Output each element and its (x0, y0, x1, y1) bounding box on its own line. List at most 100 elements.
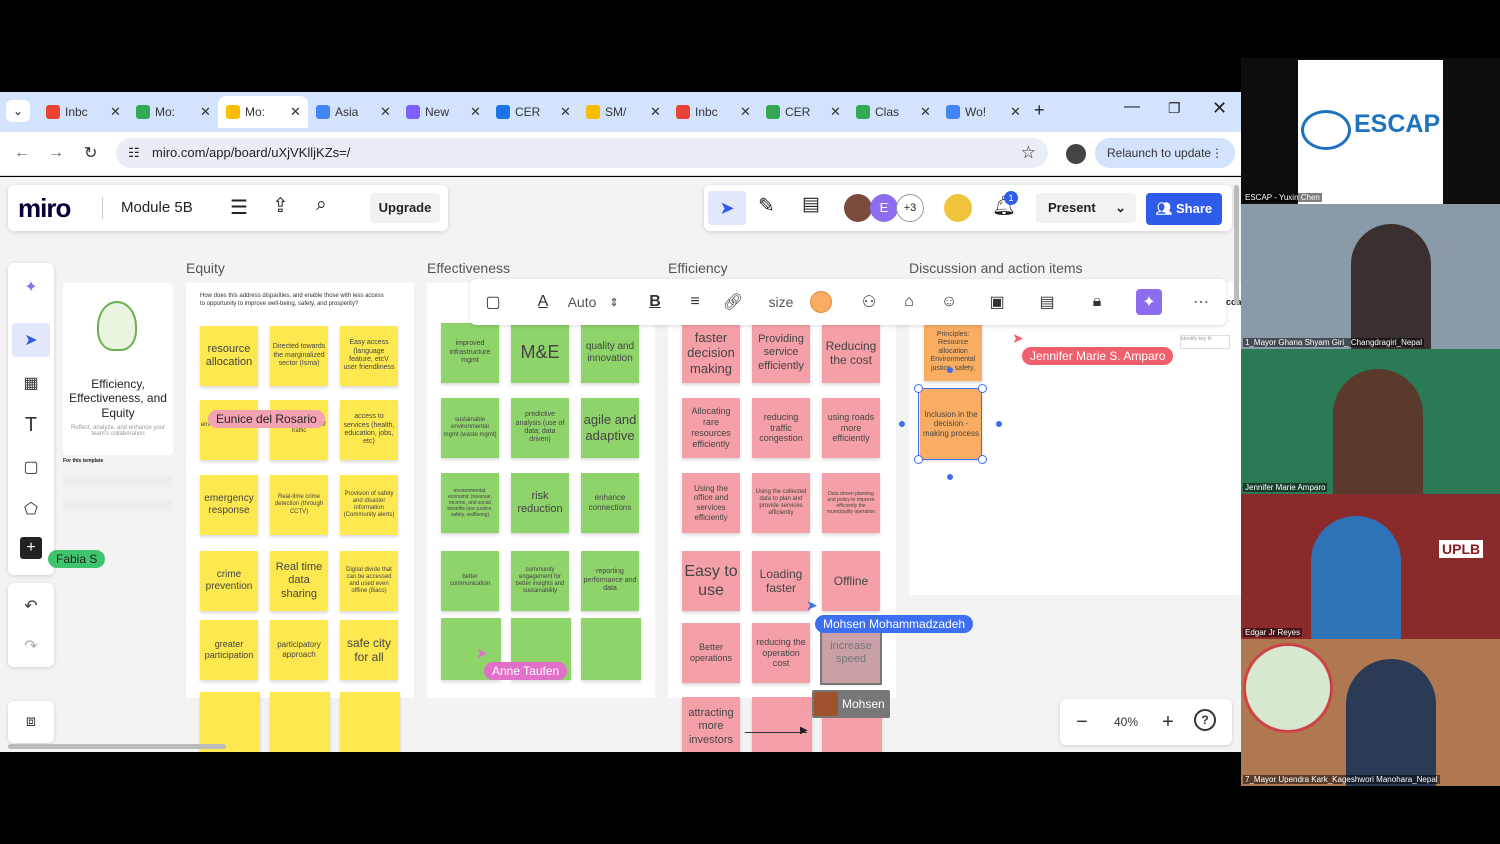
vertical-scrollbar[interactable] (1234, 185, 1239, 305)
resize-handle[interactable] (914, 455, 923, 464)
efficiency-sticky[interactable]: reducing the operation cost (752, 623, 810, 683)
avatar-more[interactable]: +3 (896, 194, 924, 222)
tab-close-icon[interactable]: ✕ (740, 104, 758, 120)
upgrade-button[interactable]: Upgrade (370, 193, 440, 223)
comment-icon[interactable]: ▤ (802, 193, 820, 216)
bookmark-star-icon[interactable]: ☆ (1021, 138, 1036, 168)
tab-close-icon[interactable]: ✕ (110, 104, 128, 120)
color-swatch[interactable] (810, 291, 832, 313)
efficiency-sticky[interactable]: Using the collected data to plan and pro… (752, 473, 810, 533)
effectiveness-sticky[interactable]: quality and innovation (581, 323, 639, 383)
connector-dot[interactable] (996, 421, 1002, 427)
zoom-out-icon[interactable]: − (1068, 707, 1096, 737)
align-icon[interactable]: ≡ (682, 287, 708, 317)
effectiveness-sticky[interactable]: better communication (441, 551, 499, 611)
effectiveness-sticky[interactable]: environmental, economic (revenue, income… (441, 473, 499, 533)
tab-search-dropdown[interactable]: ⌄ (6, 100, 30, 122)
link-icon[interactable]: 🔗︎ (720, 287, 746, 317)
assign-icon[interactable]: ⚇ (856, 287, 882, 317)
connector-dot[interactable] (947, 474, 953, 480)
equity-sticky[interactable]: Digital divide that can be accessed and … (340, 551, 398, 611)
video-tile-mayor-giri[interactable]: 1_Mayor Ghana Shyam Giri_ Changdragiri_N… (1241, 204, 1500, 349)
font-select[interactable]: Auto (562, 287, 602, 317)
minimize-button[interactable]: — (1124, 98, 1140, 116)
video-tile-jennifer[interactable]: Jennifer Marie Amparo (1241, 349, 1500, 494)
reload-icon[interactable]: ↻ (84, 143, 97, 163)
effectiveness-sticky[interactable]: predictive analysis (use of data; data d… (511, 398, 569, 458)
browser-tab[interactable]: SM/ ✕ (578, 96, 668, 128)
bold-icon[interactable]: B (642, 287, 668, 317)
template-input[interactable] (63, 475, 173, 487)
redo-icon[interactable]: ↷ (12, 631, 50, 661)
miro-logo[interactable]: miro (18, 193, 71, 224)
tab-close-icon[interactable]: ✕ (200, 104, 218, 120)
horizontal-scrollbar[interactable] (8, 744, 226, 749)
sticky-note-icon[interactable]: ▢ (12, 451, 50, 483)
efficiency-sticky[interactable]: Loading faster (752, 551, 810, 611)
browser-tab[interactable]: Inbc ✕ (38, 96, 128, 128)
select-cursor-button[interactable]: ➤ (708, 191, 746, 225)
back-icon[interactable]: ← (14, 144, 30, 162)
tab-close-icon[interactable]: ✕ (380, 104, 398, 120)
share-button[interactable]: 👥︎ Share (1146, 193, 1222, 225)
board-name[interactable]: Module 5B (121, 199, 193, 216)
equity-sticky[interactable]: access to services (health, education, j… (340, 400, 398, 460)
equity-sticky[interactable]: greater participation (200, 620, 258, 680)
browser-tab[interactable]: Inbc ✕ (668, 96, 758, 128)
url-input[interactable]: ☷ miro.com/app/board/uXjVKlljKZs=/ ☆ (116, 138, 1048, 168)
undo-icon[interactable]: ↶ (12, 591, 50, 621)
sticky-type-icon[interactable]: ▢ (480, 287, 506, 317)
video-tile-edgar[interactable]: UPLB Edgar Jr Reyes (1241, 494, 1500, 639)
equity-sticky[interactable]: Provision of safety and disaster informa… (340, 475, 398, 535)
equity-sticky[interactable] (200, 692, 260, 752)
reactions-icon[interactable]: ✎ (758, 193, 775, 218)
own-avatar[interactable] (944, 194, 972, 222)
equity-sticky[interactable]: emergency response (200, 475, 258, 535)
browser-tab[interactable]: New ✕ (398, 96, 488, 128)
zoom-level[interactable]: 40% (1106, 707, 1146, 737)
emoji-icon[interactable]: ☺ (936, 287, 962, 317)
browser-tab[interactable]: CER ✕ (758, 96, 848, 128)
profile-avatar[interactable] (1066, 144, 1086, 164)
effectiveness-sticky[interactable]: sustainable environmental mgmt (waste mg… (441, 398, 499, 458)
efficiency-sticky[interactable]: Offline (822, 551, 880, 611)
effectiveness-sticky[interactable]: improved infrastructure mgmt (441, 323, 499, 383)
select-tool-icon[interactable]: ➤ (12, 323, 50, 357)
efficiency-sticky[interactable]: Using the office and services efficientl… (682, 473, 740, 533)
equity-sticky[interactable]: Directed towards the marginalized sector… (270, 326, 328, 386)
efficiency-sticky[interactable]: Data driven planning and policy to impro… (822, 473, 880, 533)
comment-icon[interactable]: ▤ (1034, 287, 1060, 317)
tab-close-icon[interactable]: ✕ (650, 104, 668, 120)
resize-handle[interactable] (978, 384, 987, 393)
browser-tab[interactable]: Clas ✕ (848, 96, 938, 128)
size-select[interactable]: size (764, 287, 798, 317)
effectiveness-sticky[interactable]: M&E (511, 323, 569, 383)
tab-close-icon[interactable]: ✕ (920, 104, 938, 120)
effectiveness-sticky[interactable] (581, 618, 641, 680)
equity-sticky[interactable] (200, 400, 258, 460)
equity-sticky[interactable]: safe city for all (340, 620, 398, 680)
efficiency-sticky[interactable]: reducing traffic congestion (752, 398, 810, 458)
more-options-icon[interactable]: ⋯ (1188, 287, 1214, 317)
discussion-note[interactable]: Principles: Resource allocation Environm… (924, 323, 982, 381)
tab-close-icon[interactable]: ✕ (470, 104, 488, 120)
efficiency-sticky[interactable]: faster decision making (682, 323, 740, 383)
present-button[interactable]: Present ⌄ (1036, 193, 1136, 223)
avatar[interactable] (844, 194, 872, 222)
efficiency-sticky[interactable]: Better operations (682, 623, 740, 683)
site-info-icon[interactable]: ☷ (128, 138, 140, 168)
miro-board[interactable]: miro Module 5B ☰ ⇪ ⌕ Upgrade ➤ ✎ ▤ E +3 … (0, 177, 1241, 752)
effectiveness-sticky[interactable]: community engagement for better insights… (511, 551, 569, 611)
search-icon[interactable]: ⌕ (316, 194, 327, 216)
browser-tab[interactable]: Asia ✕ (308, 96, 398, 128)
forward-icon[interactable]: → (48, 144, 64, 162)
equity-sticky[interactable]: participatory approach (270, 620, 328, 680)
lock-icon[interactable]: 🔒︎ (1084, 287, 1110, 317)
efficiency-sticky[interactable]: attracting more investors (682, 697, 740, 752)
add-more-icon[interactable]: + (20, 537, 42, 559)
shapes-icon[interactable]: ⬠ (12, 493, 50, 525)
video-tile-mayor-kark[interactable]: 7_Mayor Upendra Kark_Kageshwori Manohara… (1241, 639, 1500, 786)
ai-sparkle-icon[interactable]: ✦ (12, 271, 50, 303)
tab-close-icon[interactable]: ✕ (830, 104, 848, 120)
card-icon[interactable]: ▣ (984, 287, 1010, 317)
